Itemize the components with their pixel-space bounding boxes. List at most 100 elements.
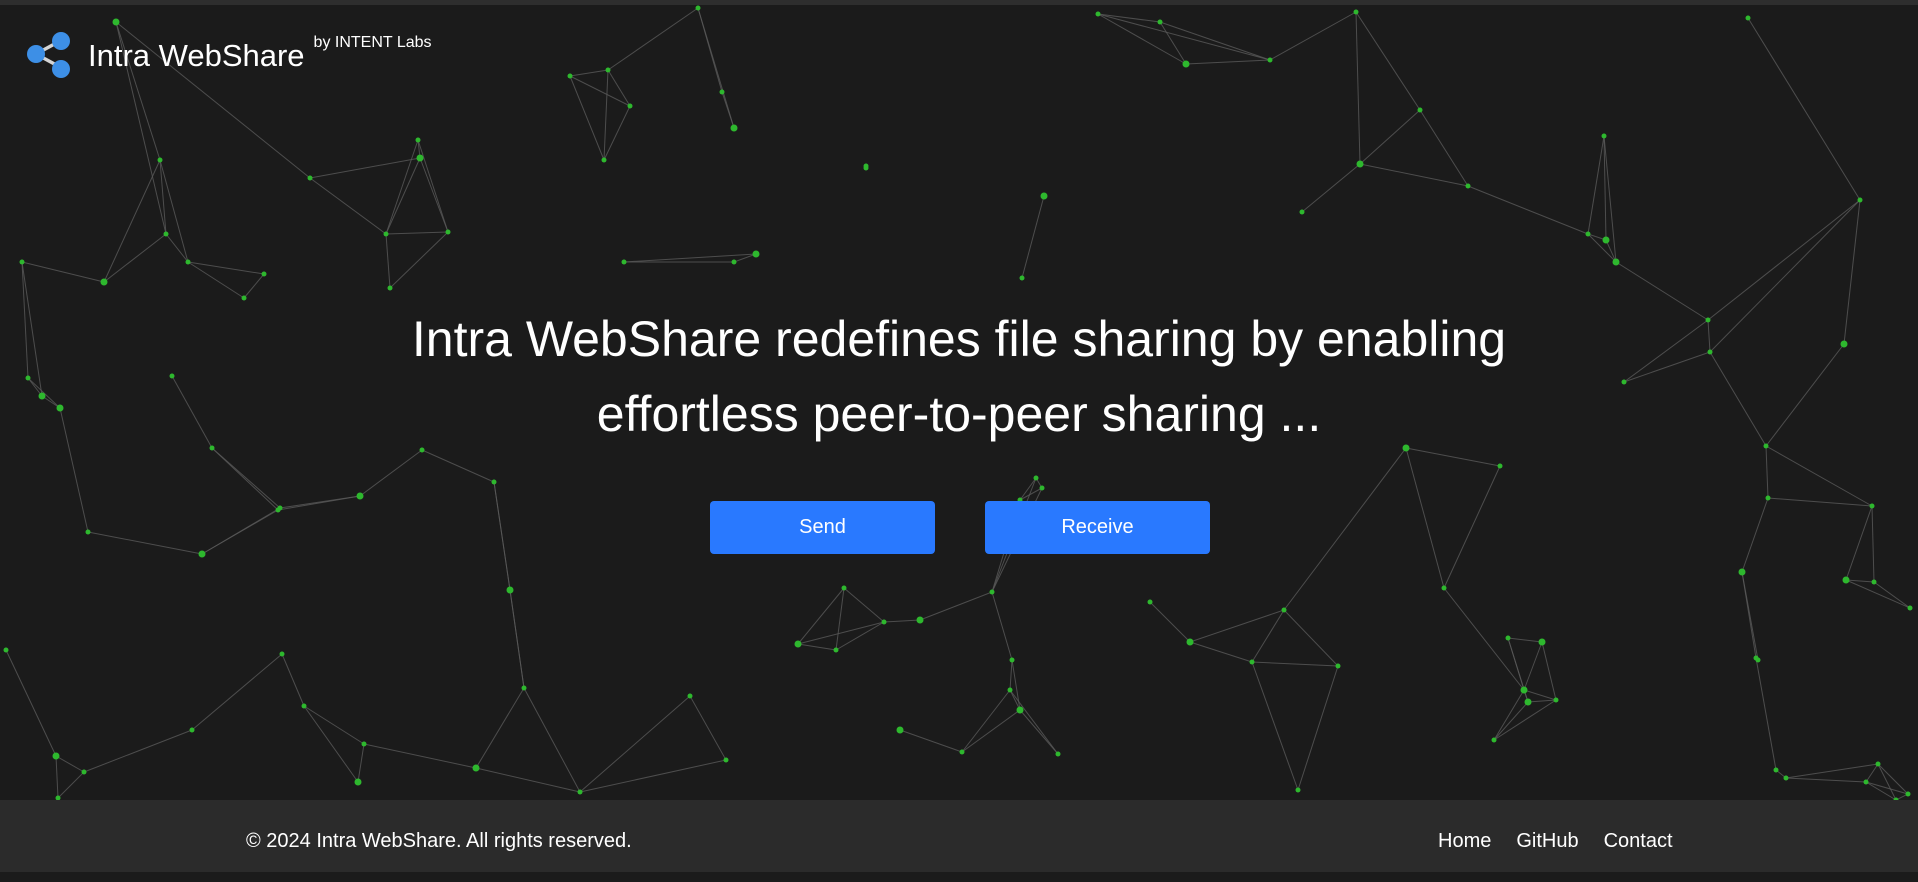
network-link: [363, 743, 477, 769]
brand[interactable]: Intra WebShare by INTENT Labs: [26, 30, 432, 80]
copyright-text: © 2024 Intra WebShare. All rights reserv…: [246, 830, 632, 852]
network-link: [797, 587, 845, 645]
network-node: [1745, 15, 1751, 21]
network-link: [509, 589, 525, 689]
brand-subtitle: by INTENT Labs: [313, 34, 432, 51]
network-link: [569, 69, 609, 77]
network-link: [417, 139, 449, 233]
network-link: [303, 705, 359, 783]
network-link: [385, 157, 421, 235]
network-node: [1033, 475, 1039, 481]
network-node: [1465, 183, 1471, 189]
network-node: [507, 587, 513, 593]
network-link: [991, 591, 1013, 661]
network-link: [835, 587, 845, 651]
network-node: [916, 616, 924, 624]
network-node: [723, 757, 729, 763]
network-link: [1493, 689, 1525, 741]
network-link: [187, 261, 265, 275]
network-node: [1055, 751, 1061, 757]
network-node: [731, 259, 737, 265]
network-node: [1182, 60, 1190, 68]
network-node: [279, 651, 285, 657]
network-link: [883, 619, 921, 623]
network-link: [21, 261, 105, 283]
network-node: [1585, 231, 1591, 237]
network-link: [1159, 21, 1187, 65]
network-node: [1505, 635, 1511, 641]
network-link: [1019, 477, 1037, 501]
network-node: [157, 157, 163, 163]
network-link: [899, 729, 963, 753]
network-link: [843, 587, 885, 623]
network-link: [797, 643, 837, 651]
network-link: [1523, 689, 1557, 701]
network-link: [1283, 447, 1407, 611]
footer-link-home[interactable]: Home: [1438, 800, 1491, 882]
network-link: [309, 157, 421, 179]
network-node: [1602, 236, 1610, 244]
network-node: [361, 741, 367, 747]
footer-link-github[interactable]: GitHub: [1516, 800, 1578, 882]
network-link: [385, 233, 391, 289]
network-link: [1021, 195, 1045, 279]
network-link: [961, 689, 1011, 753]
network-link: [1741, 571, 1759, 661]
network-node: [1524, 698, 1532, 706]
network-link: [1871, 505, 1875, 583]
network-node: [1016, 706, 1024, 714]
network-node: [1857, 197, 1863, 203]
network-node: [261, 271, 267, 277]
network-node: [491, 479, 497, 485]
network-link: [1443, 587, 1525, 691]
network-node: [307, 175, 313, 181]
footer-link-contact[interactable]: Contact: [1604, 800, 1673, 882]
action-buttons: Send Receive: [710, 501, 1210, 554]
network-node: [1249, 659, 1255, 665]
network-node: [841, 585, 847, 591]
network-link: [1189, 641, 1253, 663]
network-link: [603, 69, 609, 161]
network-link: [1767, 497, 1873, 507]
network-node: [1267, 57, 1273, 63]
footer-nav: Home GitHub Contact: [1438, 800, 1673, 882]
network-node: [601, 157, 607, 163]
network-node: [3, 647, 9, 653]
network-link: [87, 531, 203, 555]
network-link: [1443, 465, 1501, 589]
network-node: [387, 285, 393, 291]
send-button[interactable]: Send: [710, 501, 935, 554]
network-link: [191, 653, 283, 731]
network-node: [1875, 761, 1881, 767]
network-node: [1765, 495, 1771, 501]
network-link: [211, 447, 281, 509]
network-link: [1009, 689, 1059, 755]
network-link: [1785, 777, 1867, 783]
network-link: [1865, 763, 1879, 783]
network-link: [961, 709, 1021, 753]
network-link: [1523, 641, 1543, 691]
network-node: [1905, 791, 1911, 797]
network-node: [1186, 638, 1194, 646]
network-link: [1355, 11, 1421, 111]
network-link: [5, 649, 57, 757]
network-node: [356, 492, 364, 500]
network-link: [1301, 163, 1361, 213]
network-link: [1419, 109, 1469, 187]
network-link: [1009, 659, 1013, 691]
network-node: [1417, 107, 1423, 113]
network-node: [1612, 258, 1620, 266]
network-node: [687, 693, 693, 699]
network-node: [1147, 599, 1153, 605]
footer: © 2024 Intra WebShare. All rights reserv…: [0, 800, 1918, 872]
network-link: [1785, 763, 1879, 779]
hero-tagline: Intra WebShare redefines file sharing by…: [0, 302, 1918, 452]
network-link: [1185, 59, 1271, 65]
network-link: [579, 695, 691, 793]
network-node: [627, 103, 633, 109]
network-node: [1869, 503, 1875, 509]
receive-button[interactable]: Receive: [985, 501, 1210, 554]
network-link: [1297, 665, 1339, 791]
share-icon: [27, 32, 70, 78]
network-node: [833, 647, 839, 653]
